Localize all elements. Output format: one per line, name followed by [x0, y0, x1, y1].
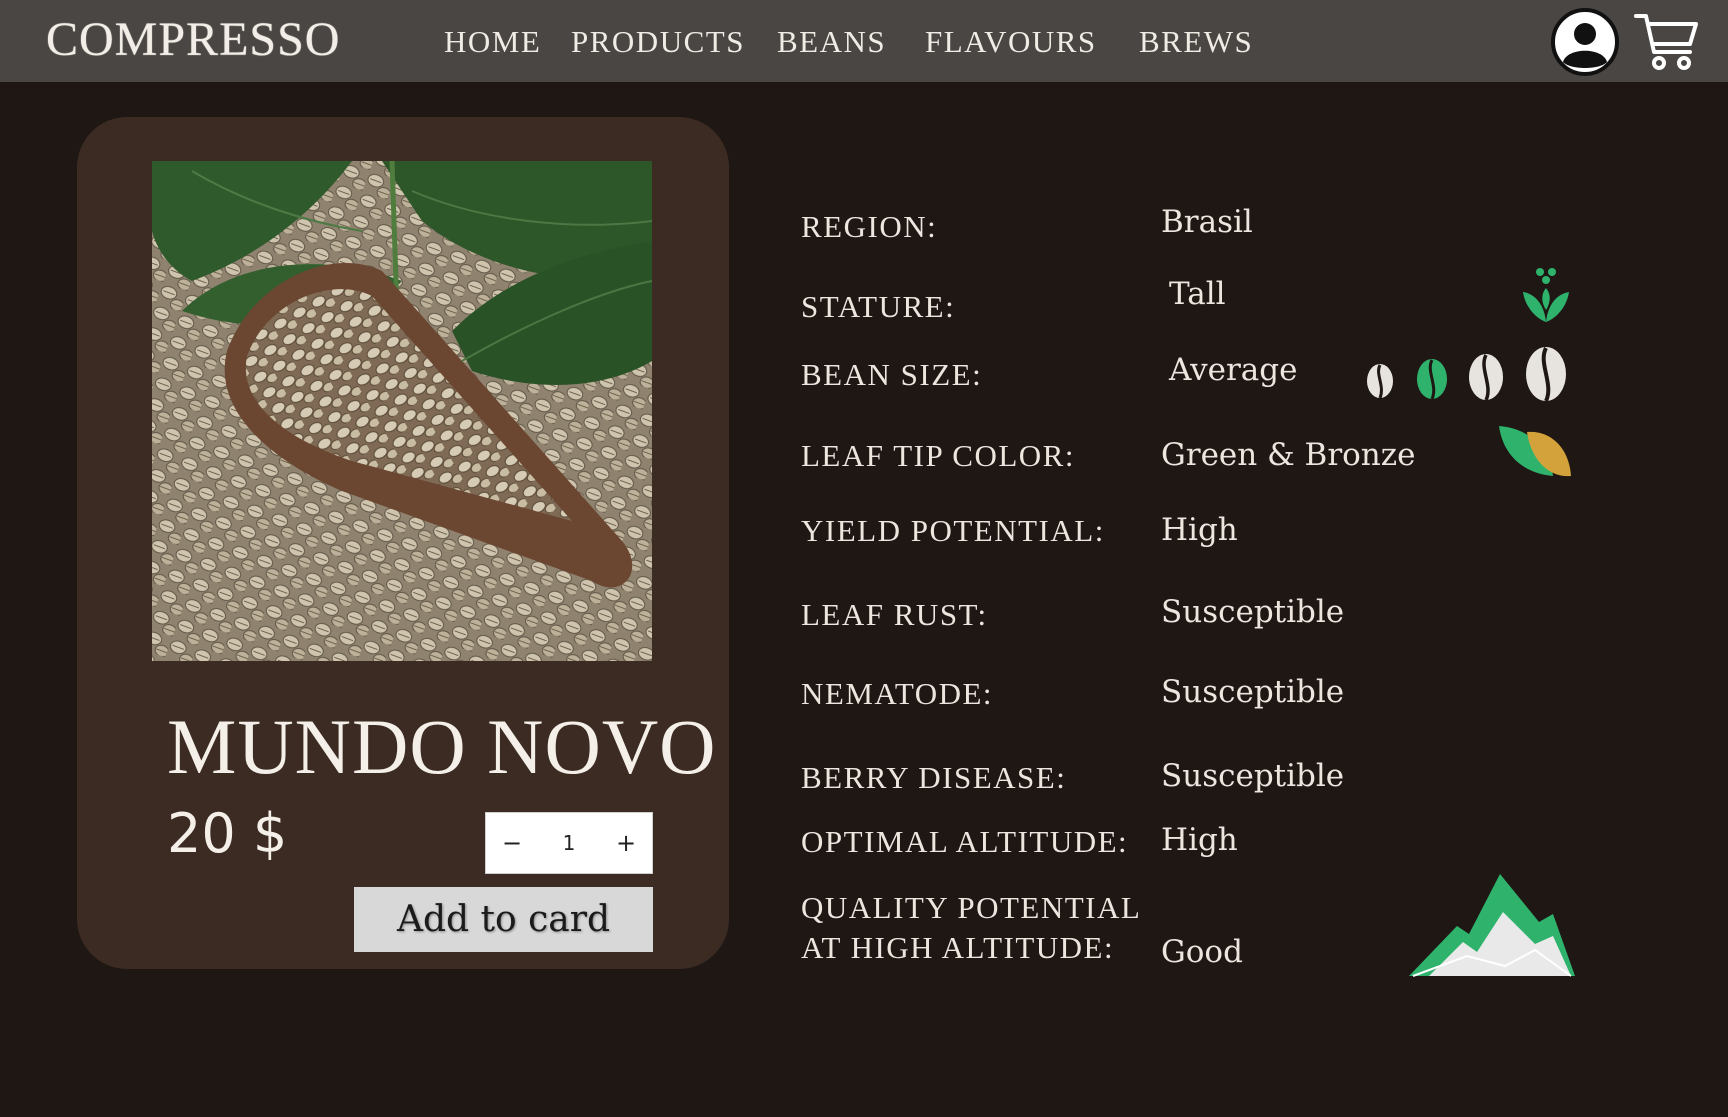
spec-label-leaf-tip-color: LEAF TIP COLOR:: [801, 438, 1075, 473]
coffee-beans-photo: [152, 161, 652, 661]
bean-small-icon: [1367, 364, 1393, 399]
decrement-button[interactable]: −: [486, 829, 538, 857]
spec-label-leaf-rust: LEAF RUST:: [801, 597, 988, 632]
product-price: 20 $: [167, 802, 288, 865]
increment-button[interactable]: +: [600, 829, 652, 857]
spec-value-bean-size: Average: [1169, 352, 1298, 388]
nav-flavours[interactable]: FLAVOURS: [925, 24, 1097, 60]
spec-value-stature: Tall: [1169, 276, 1226, 312]
spec-label-berry-disease: BERRY DISEASE:: [801, 760, 1067, 795]
spec-value-nematode: Susceptible: [1161, 674, 1345, 710]
product-name: MUNDO NOVO: [167, 703, 717, 790]
spec-label-nematode: NEMATODE:: [801, 676, 994, 711]
spec-label-bean-size: BEAN SIZE:: [801, 357, 983, 392]
spec-value-yield-potential: High: [1161, 512, 1238, 548]
spec-label-quality-potential-line2: AT HIGH ALTITUDE:: [801, 930, 1115, 965]
quantity-stepper: − 1 +: [485, 812, 653, 874]
plant-sprout-icon: [1523, 268, 1569, 322]
spec-label-stature: STATURE:: [801, 289, 956, 324]
spec-label-quality-potential-line1: QUALITY POTENTIAL: [801, 890, 1142, 925]
nav-products[interactable]: PRODUCTS: [571, 24, 745, 60]
bean-extra-large-icon: [1526, 347, 1566, 402]
user-account-icon[interactable]: [1550, 7, 1620, 77]
top-navigation-bar: COMPRESSO HOME PRODUCTS BEANS FLAVOURS B…: [0, 0, 1728, 82]
bean-large-icon: [1469, 354, 1503, 401]
nav-brews[interactable]: BREWS: [1139, 24, 1253, 60]
spec-value-region: Brasil: [1161, 204, 1253, 240]
spec-value-leaf-tip-color: Green & Bronze: [1161, 437, 1416, 473]
spec-value-optimal-altitude: High: [1161, 822, 1238, 858]
nav-home[interactable]: HOME: [444, 24, 541, 60]
brand-logo[interactable]: COMPRESSO: [46, 12, 340, 67]
product-card: MUNDO NOVO 20 $ − 1 + Add to card: [77, 117, 729, 969]
spec-label-region: REGION:: [801, 209, 938, 244]
spec-label-yield-potential: YIELD POTENTIAL:: [801, 513, 1105, 548]
green-bronze-leaf-icon: [1499, 426, 1571, 477]
spec-label-optimal-altitude: OPTIMAL ALTITUDE:: [801, 824, 1129, 859]
spec-value-quality-potential: Good: [1161, 934, 1243, 970]
add-to-cart-button[interactable]: Add to card: [354, 887, 653, 952]
mountain-icon: [1409, 874, 1575, 977]
product-image: [152, 161, 652, 661]
quantity-value[interactable]: 1: [544, 831, 594, 855]
bean-size-scale-icon: [1367, 347, 1566, 402]
nav-beans[interactable]: BEANS: [777, 24, 886, 60]
spec-value-berry-disease: Susceptible: [1161, 758, 1345, 794]
bean-medium-selected-icon: [1417, 359, 1447, 400]
shopping-cart-icon[interactable]: [1634, 10, 1700, 72]
spec-value-leaf-rust: Susceptible: [1161, 594, 1345, 630]
